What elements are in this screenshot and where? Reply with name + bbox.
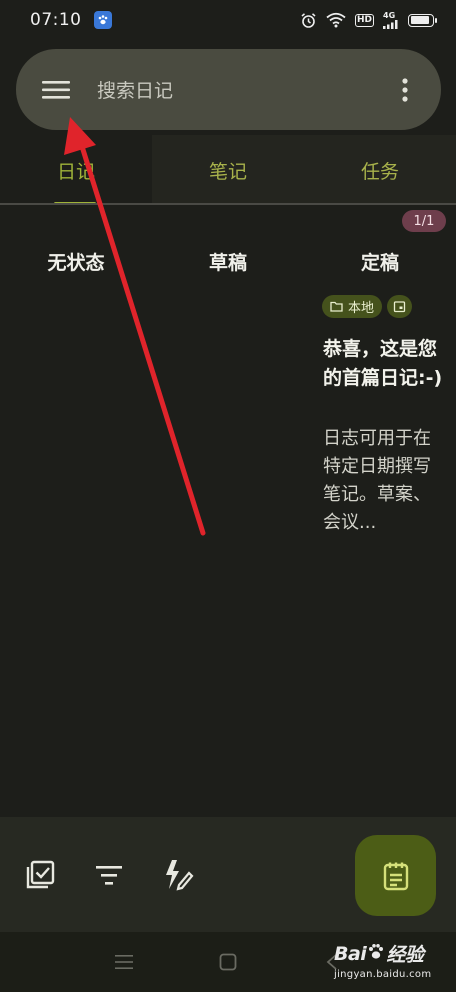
flash-edit-icon[interactable] — [160, 857, 196, 893]
checklist-icon[interactable] — [22, 857, 58, 893]
page-indicator-badge: 1/1 — [402, 210, 446, 232]
hd-badge: HD — [354, 13, 374, 27]
tab-journal[interactable]: 日记 — [0, 135, 152, 205]
calendar-icon — [393, 300, 406, 313]
tabs-divider — [0, 203, 456, 205]
column-header-final: 定稿 — [360, 252, 399, 274]
card-chips: 本地 — [322, 295, 413, 318]
wifi-icon — [326, 12, 346, 28]
status-bar: 07:10 HD 4G — [0, 0, 456, 40]
paw-app-notification-icon — [93, 11, 112, 29]
tab-tasks[interactable]: 任务 — [304, 135, 456, 205]
filter-icon[interactable] — [91, 857, 127, 893]
notepad-icon — [382, 861, 410, 891]
tab-tasks-label: 任务 — [360, 160, 399, 183]
journal-card-title[interactable]: 恭喜，这是您的首篇日记:-) — [323, 335, 443, 393]
tab-journal-label: 日记 — [56, 160, 95, 183]
alarm-icon — [300, 12, 317, 29]
recent-apps-icon[interactable] — [113, 951, 135, 973]
calendar-chip[interactable] — [387, 295, 413, 318]
new-journal-fab[interactable] — [355, 835, 436, 916]
tab-bar: 日记 笔记 任务 — [0, 135, 456, 205]
column-header-no-status: 无状态 — [47, 252, 105, 274]
location-chip[interactable]: 本地 — [322, 295, 383, 318]
battery-level — [410, 16, 430, 24]
folder-icon — [330, 301, 343, 312]
vertical-dots-icon[interactable] — [395, 75, 415, 105]
journal-card-body[interactable]: 日志可用于在特定日期撰写笔记。草案、会议... — [323, 425, 445, 537]
kanban-column-headers: 无状态 草稿 定稿 — [0, 248, 456, 275]
status-icons: HD 4G — [300, 10, 437, 29]
home-icon[interactable] — [217, 951, 239, 973]
watermark-logo: Bai 经验 — [334, 940, 452, 967]
tab-notes[interactable]: 笔记 — [152, 135, 304, 205]
watermark-brand-suffix: 经验 — [386, 944, 424, 966]
search-input[interactable]: 搜索日记 — [97, 76, 173, 103]
paw-icon — [367, 943, 385, 965]
watermark-brand: Bai — [334, 942, 367, 965]
status-time: 07:10 — [30, 10, 82, 30]
baidu-jingyan-watermark: Bai 经验 jingyan.baidu.com — [334, 940, 452, 984]
column-header-draft: 草稿 — [208, 252, 247, 274]
location-chip-label: 本地 — [348, 301, 375, 316]
tab-notes-label: 笔记 — [208, 160, 247, 183]
watermark-url: jingyan.baidu.com — [334, 969, 432, 980]
hamburger-menu-icon[interactable] — [42, 76, 70, 104]
search-bar[interactable]: 搜索日记 — [16, 49, 441, 130]
network-type-label: 4G — [383, 10, 396, 20]
signal-icon: 4G — [383, 10, 399, 29]
battery-icon — [408, 13, 437, 27]
